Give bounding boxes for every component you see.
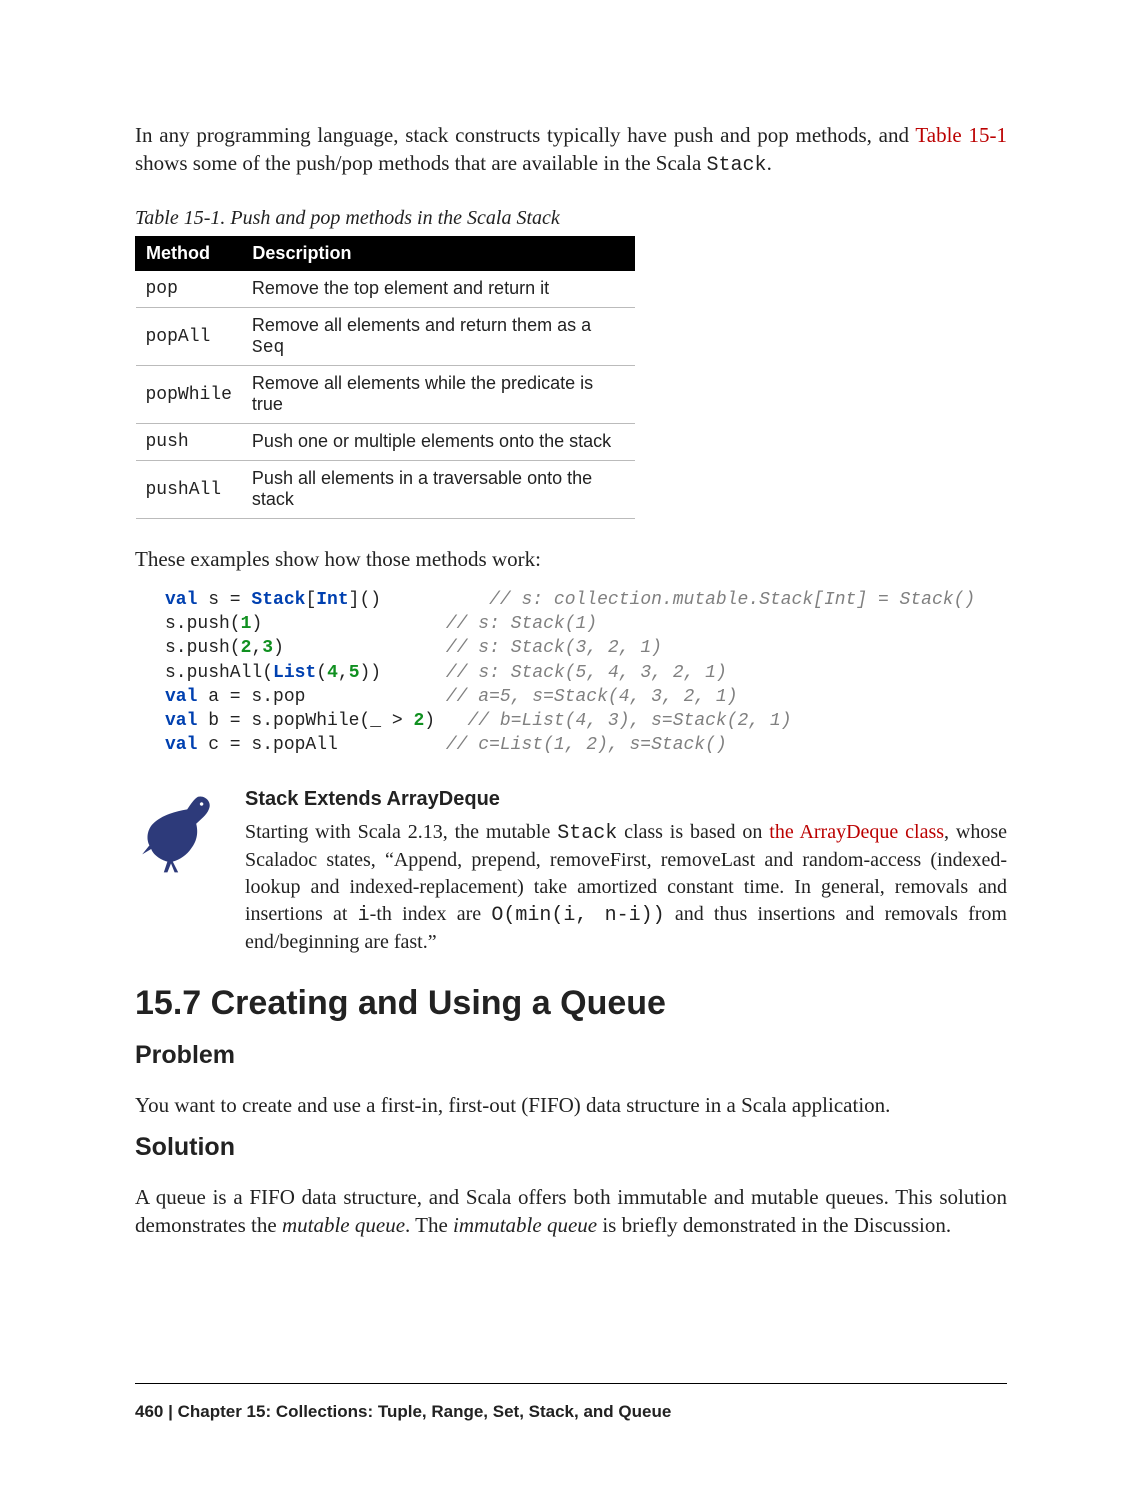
problem-text: You want to create and use a first-in, f… (135, 1091, 1007, 1119)
table-row: push Push one or multiple elements onto … (136, 424, 635, 461)
note-code: Stack (557, 822, 617, 845)
intro-code: Stack (707, 154, 767, 177)
note-block: Stack Extends ArrayDeque Starting with S… (135, 786, 1007, 956)
problem-heading: Problem (135, 1041, 1007, 1070)
table-row: popAll Remove all elements and return th… (136, 308, 635, 366)
solution-text: A queue is a FIFO data structure, and Sc… (135, 1183, 1007, 1240)
cell-method: popWhile (136, 366, 242, 424)
cell-method: popAll (136, 308, 242, 366)
note-body: Stack Extends ArrayDeque Starting with S… (245, 786, 1007, 956)
cell-desc: Remove the top element and return it (242, 271, 635, 308)
code-block: val s = Stack[Int]() // s: collection.mu… (165, 588, 1007, 758)
table-row: pushAll Push all elements in a traversab… (136, 461, 635, 519)
cell-desc: Remove all elements and return them as a… (242, 308, 635, 366)
examples-intro: These examples show how those methods wo… (135, 545, 1007, 573)
arraydeque-link[interactable]: the ArrayDeque class (769, 821, 944, 843)
page: In any programming language, stack const… (0, 0, 1142, 1500)
th-description: Description (242, 237, 635, 271)
table-row: pop Remove the top element and return it (136, 271, 635, 308)
cell-method: pop (136, 271, 242, 308)
table-ref-link[interactable]: Table 15-1 (915, 123, 1007, 147)
cell-desc: Push all elements in a traversable onto … (242, 461, 635, 519)
methods-table: Method Description pop Remove the top el… (135, 236, 635, 519)
page-footer: 460 | Chapter 15: Collections: Tuple, Ra… (135, 1383, 1007, 1422)
note-text: -th index are (370, 903, 492, 925)
intro-paragraph: In any programming language, stack const… (135, 121, 1007, 179)
table-row: popWhile Remove all elements while the p… (136, 366, 635, 424)
th-method: Method (136, 237, 242, 271)
note-code: i (358, 904, 370, 927)
table-caption: Table 15-1. Push and pop methods in the … (135, 207, 1007, 230)
note-code: O(min(i, n-i)) (491, 904, 664, 927)
intro-text-1: In any programming language, stack const… (135, 123, 915, 147)
note-text: Starting with Scala 2.13, the mutable (245, 821, 557, 843)
solution-heading: Solution (135, 1133, 1007, 1162)
cell-method: push (136, 424, 242, 461)
cell-method: pushAll (136, 461, 242, 519)
crow-icon (135, 786, 225, 876)
intro-text-2: shows some of the push/pop methods that … (135, 151, 707, 175)
footer-sep: | (163, 1402, 177, 1421)
cell-desc: Remove all elements while the predicate … (242, 366, 635, 424)
intro-text-3: . (767, 151, 772, 175)
note-text: class is based on (617, 821, 769, 843)
section-title: 15.7 Creating and Using a Queue (135, 984, 1007, 1023)
table-header-row: Method Description (136, 237, 635, 271)
page-number: 460 (135, 1402, 163, 1421)
note-title: Stack Extends ArrayDeque (245, 786, 1007, 813)
chapter-label: Chapter 15: Collections: Tuple, Range, S… (178, 1402, 672, 1421)
cell-desc: Push one or multiple elements onto the s… (242, 424, 635, 461)
